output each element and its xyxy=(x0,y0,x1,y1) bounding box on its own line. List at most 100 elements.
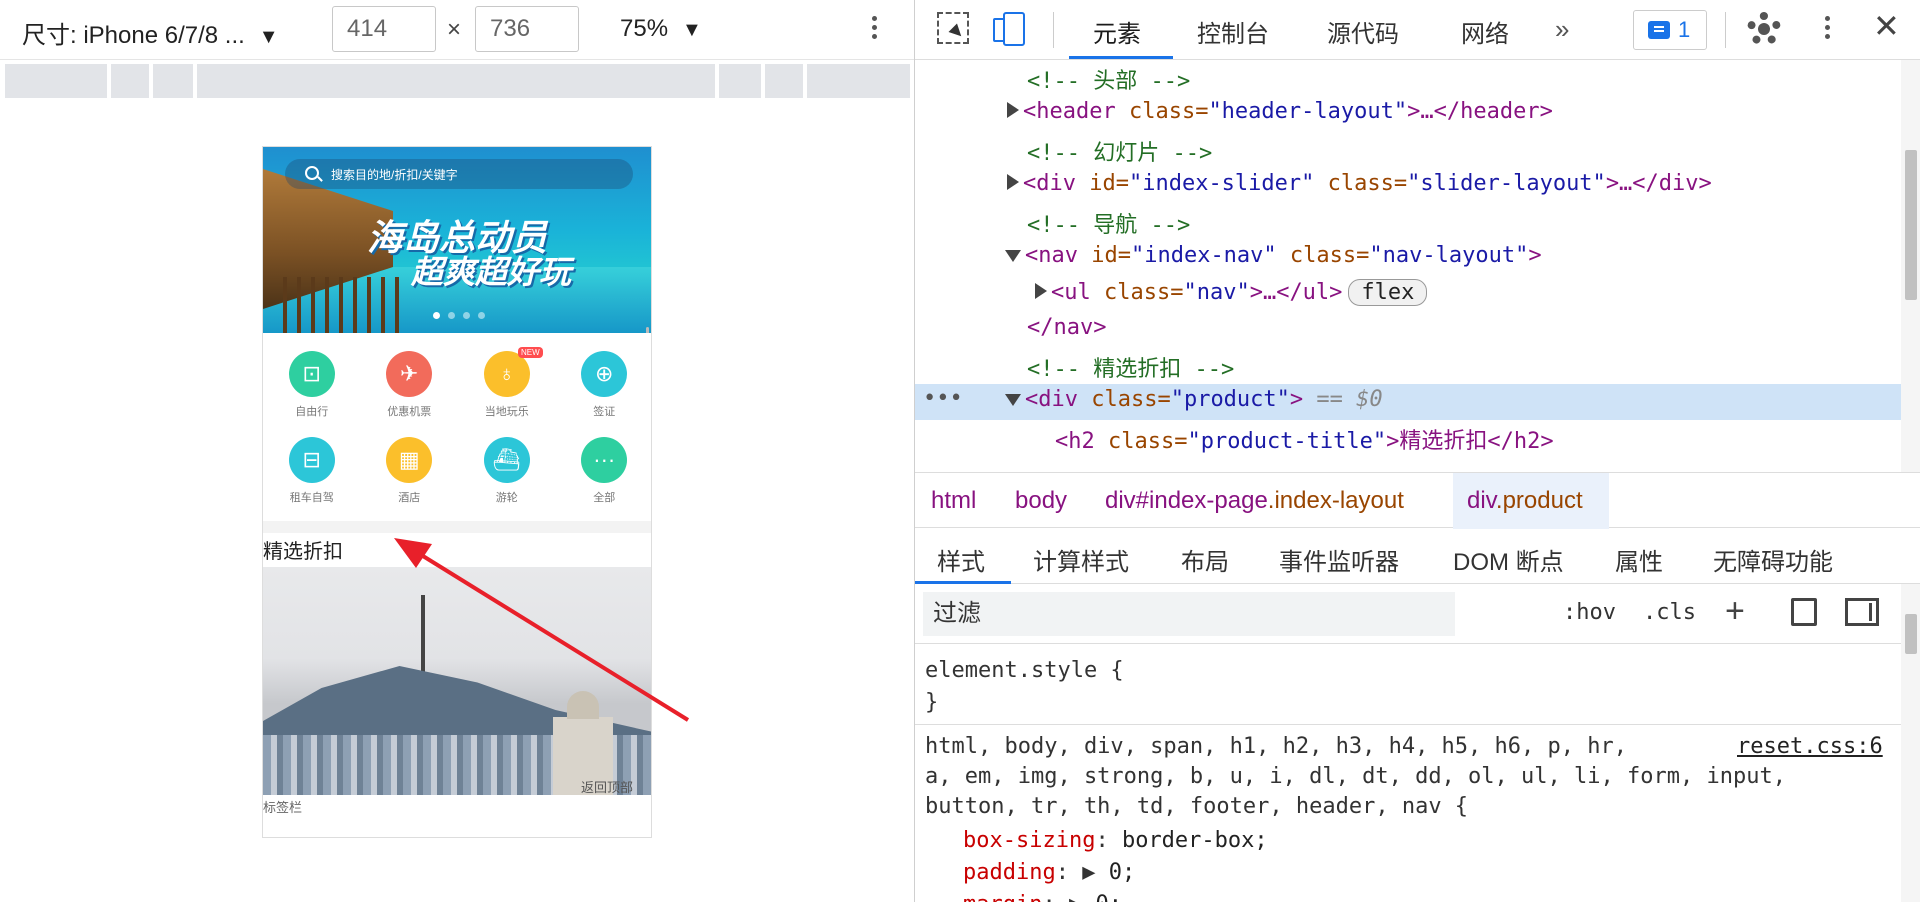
tab-elements[interactable]: 元素 xyxy=(1093,14,1141,49)
nav-item[interactable]: ✈ 优惠机票 xyxy=(361,351,459,437)
style-declaration[interactable]: padding: ▶ 0; xyxy=(963,860,1135,885)
style-selector[interactable]: button, tr, th, td, footer, header, nav … xyxy=(925,794,1468,819)
banner-slider[interactable]: 搜索目的地/折扣/关键字 海岛总动员 超爽超好玩 xyxy=(263,147,651,333)
device-toggle-icon[interactable] xyxy=(993,12,1025,46)
nav-item[interactable]: ··· 全部 xyxy=(556,437,652,523)
flex-badge[interactable]: flex xyxy=(1348,279,1428,306)
ruler-segment[interactable] xyxy=(153,64,193,98)
dom-attr-value: "index-slider" xyxy=(1128,171,1315,196)
breadcrumb-item[interactable]: div.product xyxy=(1467,487,1583,515)
ruler-segment[interactable] xyxy=(111,64,149,98)
dom-node[interactable]: <h2 class="product-title">精选折扣</h2> xyxy=(915,420,1901,456)
styles-scrollbar[interactable] xyxy=(1901,584,1920,902)
tab-console[interactable]: 控制台 xyxy=(1197,14,1269,49)
slider-dot[interactable] xyxy=(448,312,455,319)
hov-toggle[interactable]: :hov xyxy=(1563,600,1616,625)
expand-triangle-icon[interactable] xyxy=(1007,102,1019,118)
device-select[interactable]: 尺寸: iPhone 6/7/8 ... ▼ xyxy=(22,15,279,50)
issues-button[interactable]: 1 xyxy=(1633,10,1707,50)
subtab-dom-breakpoints[interactable]: DOM 断点 xyxy=(1453,542,1564,577)
ruler-segment[interactable] xyxy=(719,64,761,98)
style-selector[interactable]: html, body, div, span, h1, h2, h3, h4, h… xyxy=(925,734,1627,759)
inspect-element-icon[interactable] xyxy=(937,12,969,44)
tab-network[interactable]: 网络 xyxy=(1461,14,1509,49)
more-options-icon[interactable] xyxy=(1817,12,1837,48)
css-value: 0; xyxy=(1095,892,1122,902)
product-title: 精选折扣 xyxy=(263,541,343,563)
expand-triangle-icon[interactable]: ▶ xyxy=(1069,892,1082,902)
ruler-segment[interactable] xyxy=(197,64,715,98)
slider-dot[interactable] xyxy=(463,312,470,319)
devtools-toolbar: 元素 控制台 源代码 网络 » 1 ✕ xyxy=(915,0,1920,60)
ruler-segment[interactable] xyxy=(765,64,803,98)
dom-attr-name: id= xyxy=(1077,243,1131,268)
gear-icon[interactable] xyxy=(1747,12,1781,46)
collapse-triangle-icon[interactable] xyxy=(1005,394,1021,406)
slider-dot[interactable] xyxy=(433,312,440,319)
more-options-icon[interactable] xyxy=(862,12,886,48)
slider-dot[interactable] xyxy=(478,312,485,319)
nav-item[interactable]: ▦ 酒店 xyxy=(361,437,459,523)
toggle-sidebar-icon[interactable] xyxy=(1845,598,1879,626)
brush-icon[interactable] xyxy=(1791,598,1817,626)
subtab-layout[interactable]: 布局 xyxy=(1181,542,1229,577)
dom-tag: > xyxy=(1528,243,1542,268)
subtab-computed[interactable]: 计算样式 xyxy=(1033,542,1129,577)
style-selector[interactable]: element.style { xyxy=(925,658,1124,683)
ruler-segment[interactable] xyxy=(807,64,910,98)
subtab-event-listeners[interactable]: 事件监听器 xyxy=(1279,542,1399,577)
breadcrumb-item[interactable]: body xyxy=(1015,487,1067,515)
width-input[interactable]: 414 xyxy=(332,6,436,52)
dom-node[interactable]: <nav id="index-nav" class="nav-layout"> xyxy=(915,240,1901,276)
dom-node[interactable]: <ul class="nav">…</ul> flex xyxy=(915,276,1901,312)
subtab-accessibility[interactable]: 无障碍功能 xyxy=(1713,542,1833,577)
style-declaration[interactable]: margin: ▶ 0; xyxy=(963,892,1122,902)
dom-node[interactable]: <!-- 精选折扣 --> xyxy=(915,348,1901,384)
tab-sources[interactable]: 源代码 xyxy=(1327,14,1399,49)
css-property: margin xyxy=(963,892,1042,902)
height-input[interactable]: 736 xyxy=(475,6,579,52)
message-icon xyxy=(1648,21,1670,39)
expand-triangle-icon[interactable] xyxy=(1007,174,1019,190)
ruler-segment[interactable] xyxy=(5,64,107,98)
expand-triangle-icon[interactable]: ▶ xyxy=(1082,860,1095,885)
expand-triangle-icon[interactable] xyxy=(1035,283,1047,299)
nav-item[interactable]: ⊕ 签证 xyxy=(556,351,652,437)
cls-toggle[interactable]: .cls xyxy=(1643,600,1696,625)
dom-attr-value: "product-title" xyxy=(1187,429,1387,454)
subtab-styles[interactable]: 样式 xyxy=(937,542,985,577)
stylesheet-link[interactable]: reset.css:6 xyxy=(1737,734,1883,759)
collapse-triangle-icon[interactable] xyxy=(1005,250,1021,262)
back-to-top-button[interactable]: 返回顶部 xyxy=(581,777,633,796)
dom-scrollbar[interactable] xyxy=(1901,60,1920,472)
new-rule-icon[interactable]: + xyxy=(1725,592,1745,631)
dom-attr-name: class= xyxy=(1314,171,1408,196)
dom-node[interactable]: <header class="header-layout">…</header> xyxy=(915,96,1901,132)
dom-tag: >…</ul> xyxy=(1249,280,1343,305)
dom-tag: <header xyxy=(1023,99,1116,124)
subtab-properties[interactable]: 属性 xyxy=(1615,542,1663,577)
dom-node[interactable]: <div id="index-slider" class="slider-lay… xyxy=(915,168,1901,204)
search-bar[interactable]: 搜索目的地/折扣/关键字 xyxy=(285,159,633,189)
styles-filter-bar: :hov .cls + xyxy=(915,584,1901,644)
style-selector[interactable]: a, em, img, strong, b, u, i, dl, dt, dd,… xyxy=(925,764,1786,789)
nav-item[interactable]: ⊟ 租车自驾 xyxy=(263,437,361,523)
dom-node[interactable]: </nav> xyxy=(915,312,1901,348)
breadcrumb-item[interactable]: div#index-page.index-layout xyxy=(1105,487,1404,515)
dom-node[interactable]: <!-- 幻灯片 --> xyxy=(915,132,1901,168)
breadcrumb-item[interactable]: html xyxy=(931,487,976,515)
node-actions-icon[interactable]: ••• xyxy=(923,386,963,411)
dom-node-selected[interactable]: ••• <div class="product"> == $0 xyxy=(915,384,1901,420)
close-icon[interactable]: ✕ xyxy=(1873,10,1900,42)
nav-item[interactable]: ♁ NEW 当地玩乐 xyxy=(458,347,556,437)
style-declaration[interactable]: box-sizing: border-box; xyxy=(963,828,1268,853)
nav-label: 全部 xyxy=(593,492,616,504)
filter-input[interactable] xyxy=(923,592,1455,636)
dom-node[interactable]: <!-- 头部 --> xyxy=(915,60,1901,96)
more-tabs-icon[interactable]: » xyxy=(1555,14,1569,45)
nav-item[interactable]: ⛴ 游轮 xyxy=(458,437,556,523)
dom-node[interactable]: <!-- 导航 --> xyxy=(915,204,1901,240)
luggage-icon: ⊡ xyxy=(288,351,335,397)
zoom-select[interactable]: 75% ▼ xyxy=(620,15,702,43)
nav-item[interactable]: ⊡ 自由行 xyxy=(263,351,361,437)
